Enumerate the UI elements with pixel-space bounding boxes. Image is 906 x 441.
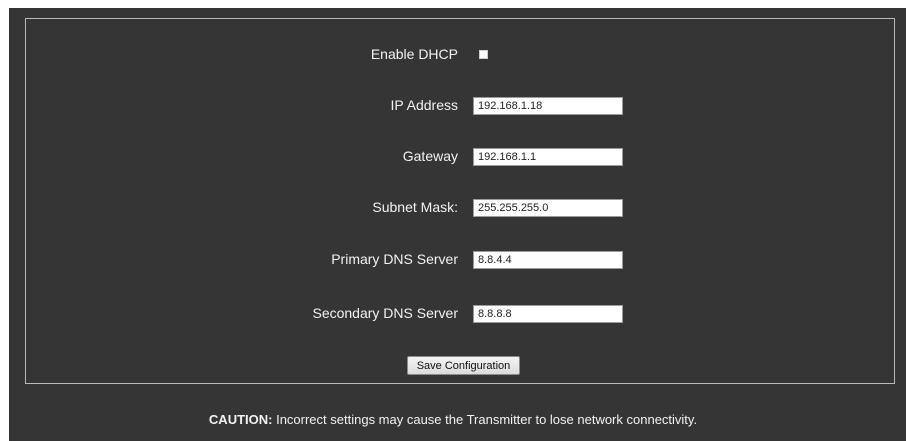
caution-message: CAUTION: Incorrect settings may cause th… — [0, 412, 906, 427]
ip-address-label: IP Address — [390, 97, 458, 113]
subnet-mask-label: Subnet Mask: — [372, 199, 458, 215]
gateway-label: Gateway — [402, 148, 458, 164]
subnet-mask-field[interactable] — [473, 199, 623, 217]
secondary-dns-label: Secondary DNS Server — [312, 305, 458, 321]
primary-dns-field[interactable] — [473, 251, 623, 269]
secondary-dns-field[interactable] — [473, 305, 623, 323]
caution-text: Incorrect settings may cause the Transmi… — [272, 412, 698, 427]
secondary-dns-row: Secondary DNS Server — [26, 303, 894, 325]
network-config-form: Enable DHCP IP Address Gateway Subnet Ma… — [25, 18, 895, 384]
primary-dns-label: Primary DNS Server — [331, 251, 458, 267]
save-configuration-button[interactable]: Save Configuration — [407, 356, 520, 375]
dhcp-row: Enable DHCP — [26, 44, 894, 66]
ip-address-row: IP Address — [26, 95, 894, 117]
primary-dns-row: Primary DNS Server — [26, 249, 894, 271]
ip-address-field[interactable] — [473, 97, 623, 115]
dhcp-checkbox[interactable] — [479, 50, 488, 59]
caution-prefix: CAUTION: — [208, 412, 273, 427]
dhcp-label: Enable DHCP — [370, 46, 458, 62]
subnet-mask-row: Subnet Mask: — [26, 197, 894, 219]
gateway-field[interactable] — [473, 148, 623, 166]
network-settings-page: Enable DHCP IP Address Gateway Subnet Ma… — [9, 8, 906, 441]
gateway-row: Gateway — [26, 146, 894, 168]
